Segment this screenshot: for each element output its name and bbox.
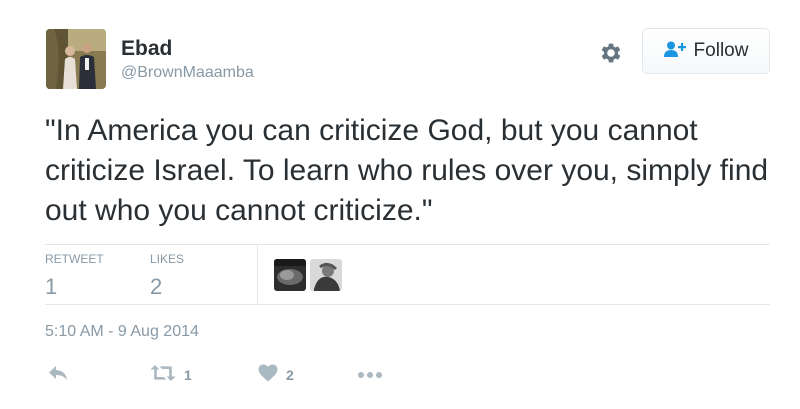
- tweet-text: "In America you can criticize God, but y…: [45, 114, 769, 227]
- retweet-icon: [150, 364, 176, 387]
- like-button[interactable]: 2: [258, 364, 294, 386]
- display-name[interactable]: Ebad: [121, 37, 172, 61]
- reply-icon: [47, 364, 69, 387]
- retweet-count: 1: [184, 367, 192, 383]
- liker-avatar[interactable]: [274, 259, 306, 291]
- divider: [45, 304, 770, 305]
- stats-separator: [257, 245, 258, 304]
- retweet-stat-label: RETWEET: [45, 252, 104, 266]
- divider: [45, 244, 770, 245]
- timestamp[interactable]: 5:10 AM - 9 Aug 2014: [45, 323, 199, 341]
- reply-button[interactable]: [47, 364, 69, 386]
- person-add-icon: [663, 41, 686, 62]
- avatar[interactable]: [46, 29, 106, 89]
- more-dots-icon: [357, 366, 383, 384]
- heart-icon: [258, 364, 278, 387]
- likes-stat[interactable]: LIKES 2: [150, 252, 184, 300]
- tweet-card: Ebad @BrownMaaamba Follow "In America yo…: [0, 0, 800, 409]
- retweet-stat-value: 1: [45, 274, 58, 299]
- retweet-button[interactable]: 1: [150, 364, 192, 386]
- gear-icon[interactable]: [598, 40, 624, 66]
- liker-avatar[interactable]: [310, 259, 342, 291]
- like-count: 2: [286, 367, 294, 383]
- follow-button-label: Follow: [693, 40, 749, 61]
- more-button[interactable]: [357, 364, 383, 386]
- screen-name[interactable]: @BrownMaaamba: [121, 64, 254, 82]
- likes-stat-value: 2: [150, 274, 163, 299]
- retweet-stat[interactable]: RETWEET 1: [45, 252, 104, 300]
- follow-button[interactable]: Follow: [642, 28, 770, 74]
- likes-stat-label: LIKES: [150, 252, 185, 266]
